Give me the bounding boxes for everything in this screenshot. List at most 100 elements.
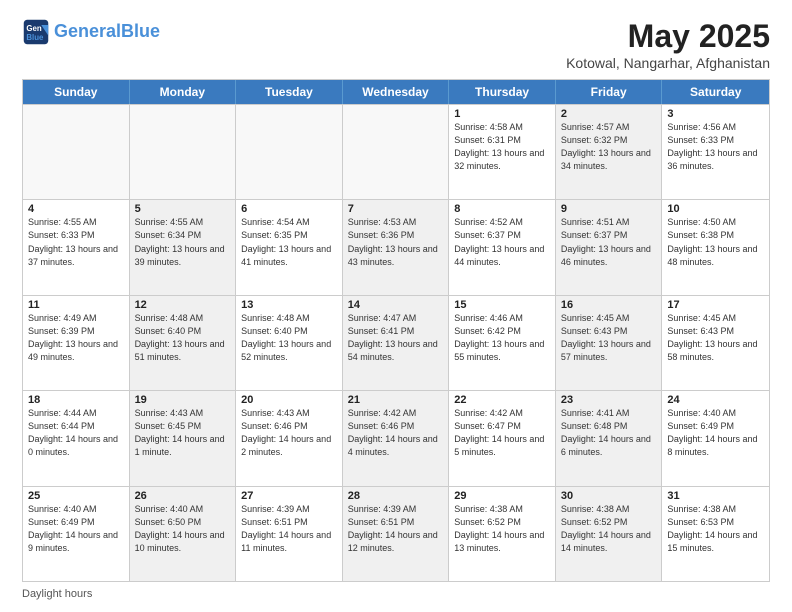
calendar-cell: 21Sunrise: 4:42 AM Sunset: 6:46 PM Dayli… (343, 391, 450, 485)
cell-text: Sunrise: 4:39 AM Sunset: 6:51 PM Dayligh… (241, 503, 337, 555)
day-number: 10 (667, 203, 764, 215)
calendar-cell: 27Sunrise: 4:39 AM Sunset: 6:51 PM Dayli… (236, 487, 343, 581)
cell-text: Sunrise: 4:55 AM Sunset: 6:33 PM Dayligh… (28, 216, 124, 268)
logo-text: GeneralBlue (54, 22, 160, 42)
calendar-cell: 4Sunrise: 4:55 AM Sunset: 6:33 PM Daylig… (23, 200, 130, 294)
calendar-week: 25Sunrise: 4:40 AM Sunset: 6:49 PM Dayli… (23, 486, 769, 581)
calendar-header-cell: Wednesday (343, 80, 450, 104)
calendar-cell: 9Sunrise: 4:51 AM Sunset: 6:37 PM Daylig… (556, 200, 663, 294)
calendar-cell: 8Sunrise: 4:52 AM Sunset: 6:37 PM Daylig… (449, 200, 556, 294)
calendar-cell (236, 105, 343, 199)
calendar-cell: 2Sunrise: 4:57 AM Sunset: 6:32 PM Daylig… (556, 105, 663, 199)
calendar-week: 1Sunrise: 4:58 AM Sunset: 6:31 PM Daylig… (23, 104, 769, 199)
cell-text: Sunrise: 4:45 AM Sunset: 6:43 PM Dayligh… (561, 312, 657, 364)
svg-text:Blue: Blue (26, 33, 44, 42)
cell-text: Sunrise: 4:42 AM Sunset: 6:46 PM Dayligh… (348, 407, 444, 459)
calendar: SundayMondayTuesdayWednesdayThursdayFrid… (22, 79, 770, 582)
cell-text: Sunrise: 4:55 AM Sunset: 6:34 PM Dayligh… (135, 216, 231, 268)
calendar-body: 1Sunrise: 4:58 AM Sunset: 6:31 PM Daylig… (23, 104, 769, 581)
cell-text: Sunrise: 4:42 AM Sunset: 6:47 PM Dayligh… (454, 407, 550, 459)
cell-text: Sunrise: 4:38 AM Sunset: 6:53 PM Dayligh… (667, 503, 764, 555)
day-number: 13 (241, 299, 337, 311)
day-number: 24 (667, 394, 764, 406)
svg-text:Gen: Gen (26, 24, 41, 33)
cell-text: Sunrise: 4:44 AM Sunset: 6:44 PM Dayligh… (28, 407, 124, 459)
cell-text: Sunrise: 4:40 AM Sunset: 6:49 PM Dayligh… (667, 407, 764, 459)
main-title: May 2025 (566, 18, 770, 55)
day-number: 31 (667, 490, 764, 502)
calendar-header-cell: Monday (130, 80, 237, 104)
cell-text: Sunrise: 4:47 AM Sunset: 6:41 PM Dayligh… (348, 312, 444, 364)
calendar-cell: 20Sunrise: 4:43 AM Sunset: 6:46 PM Dayli… (236, 391, 343, 485)
calendar-cell: 7Sunrise: 4:53 AM Sunset: 6:36 PM Daylig… (343, 200, 450, 294)
calendar-header-cell: Thursday (449, 80, 556, 104)
calendar-header-cell: Saturday (662, 80, 769, 104)
day-number: 5 (135, 203, 231, 215)
calendar-cell: 23Sunrise: 4:41 AM Sunset: 6:48 PM Dayli… (556, 391, 663, 485)
calendar-cell: 19Sunrise: 4:43 AM Sunset: 6:45 PM Dayli… (130, 391, 237, 485)
cell-text: Sunrise: 4:50 AM Sunset: 6:38 PM Dayligh… (667, 216, 764, 268)
day-number: 14 (348, 299, 444, 311)
day-number: 21 (348, 394, 444, 406)
calendar-cell: 24Sunrise: 4:40 AM Sunset: 6:49 PM Dayli… (662, 391, 769, 485)
day-number: 3 (667, 108, 764, 120)
day-number: 27 (241, 490, 337, 502)
logo-blue: Blue (121, 21, 160, 41)
cell-text: Sunrise: 4:46 AM Sunset: 6:42 PM Dayligh… (454, 312, 550, 364)
cell-text: Sunrise: 4:38 AM Sunset: 6:52 PM Dayligh… (454, 503, 550, 555)
calendar-cell (343, 105, 450, 199)
calendar-cell: 14Sunrise: 4:47 AM Sunset: 6:41 PM Dayli… (343, 296, 450, 390)
cell-text: Sunrise: 4:40 AM Sunset: 6:50 PM Dayligh… (135, 503, 231, 555)
cell-text: Sunrise: 4:38 AM Sunset: 6:52 PM Dayligh… (561, 503, 657, 555)
calendar-cell: 10Sunrise: 4:50 AM Sunset: 6:38 PM Dayli… (662, 200, 769, 294)
calendar-week: 18Sunrise: 4:44 AM Sunset: 6:44 PM Dayli… (23, 390, 769, 485)
calendar-header-row: SundayMondayTuesdayWednesdayThursdayFrid… (23, 80, 769, 104)
calendar-cell: 5Sunrise: 4:55 AM Sunset: 6:34 PM Daylig… (130, 200, 237, 294)
day-number: 1 (454, 108, 550, 120)
calendar-cell: 11Sunrise: 4:49 AM Sunset: 6:39 PM Dayli… (23, 296, 130, 390)
day-number: 12 (135, 299, 231, 311)
day-number: 6 (241, 203, 337, 215)
cell-text: Sunrise: 4:41 AM Sunset: 6:48 PM Dayligh… (561, 407, 657, 459)
cell-text: Sunrise: 4:45 AM Sunset: 6:43 PM Dayligh… (667, 312, 764, 364)
cell-text: Sunrise: 4:57 AM Sunset: 6:32 PM Dayligh… (561, 121, 657, 173)
cell-text: Sunrise: 4:48 AM Sunset: 6:40 PM Dayligh… (241, 312, 337, 364)
calendar-cell: 30Sunrise: 4:38 AM Sunset: 6:52 PM Dayli… (556, 487, 663, 581)
day-number: 16 (561, 299, 657, 311)
calendar-cell: 13Sunrise: 4:48 AM Sunset: 6:40 PM Dayli… (236, 296, 343, 390)
calendar-cell: 17Sunrise: 4:45 AM Sunset: 6:43 PM Dayli… (662, 296, 769, 390)
subtitle: Kotowal, Nangarhar, Afghanistan (566, 55, 770, 71)
cell-text: Sunrise: 4:49 AM Sunset: 6:39 PM Dayligh… (28, 312, 124, 364)
calendar-header-cell: Sunday (23, 80, 130, 104)
day-number: 19 (135, 394, 231, 406)
calendar-cell (23, 105, 130, 199)
day-number: 22 (454, 394, 550, 406)
calendar-cell: 29Sunrise: 4:38 AM Sunset: 6:52 PM Dayli… (449, 487, 556, 581)
calendar-cell: 3Sunrise: 4:56 AM Sunset: 6:33 PM Daylig… (662, 105, 769, 199)
cell-text: Sunrise: 4:56 AM Sunset: 6:33 PM Dayligh… (667, 121, 764, 173)
day-number: 23 (561, 394, 657, 406)
calendar-header-cell: Friday (556, 80, 663, 104)
day-number: 20 (241, 394, 337, 406)
calendar-cell: 25Sunrise: 4:40 AM Sunset: 6:49 PM Dayli… (23, 487, 130, 581)
day-number: 30 (561, 490, 657, 502)
logo-icon: Gen Blue (22, 18, 50, 46)
day-number: 17 (667, 299, 764, 311)
calendar-cell: 18Sunrise: 4:44 AM Sunset: 6:44 PM Dayli… (23, 391, 130, 485)
day-number: 9 (561, 203, 657, 215)
header: Gen Blue GeneralBlue May 2025 Kotowal, N… (22, 18, 770, 71)
calendar-cell: 15Sunrise: 4:46 AM Sunset: 6:42 PM Dayli… (449, 296, 556, 390)
day-number: 8 (454, 203, 550, 215)
day-number: 4 (28, 203, 124, 215)
cell-text: Sunrise: 4:48 AM Sunset: 6:40 PM Dayligh… (135, 312, 231, 364)
cell-text: Sunrise: 4:52 AM Sunset: 6:37 PM Dayligh… (454, 216, 550, 268)
day-number: 15 (454, 299, 550, 311)
calendar-cell: 6Sunrise: 4:54 AM Sunset: 6:35 PM Daylig… (236, 200, 343, 294)
logo: Gen Blue GeneralBlue (22, 18, 160, 46)
day-number: 2 (561, 108, 657, 120)
daylight-label: Daylight hours (22, 588, 92, 600)
cell-text: Sunrise: 4:43 AM Sunset: 6:45 PM Dayligh… (135, 407, 231, 459)
calendar-cell: 22Sunrise: 4:42 AM Sunset: 6:47 PM Dayli… (449, 391, 556, 485)
cell-text: Sunrise: 4:43 AM Sunset: 6:46 PM Dayligh… (241, 407, 337, 459)
title-block: May 2025 Kotowal, Nangarhar, Afghanistan (566, 18, 770, 71)
